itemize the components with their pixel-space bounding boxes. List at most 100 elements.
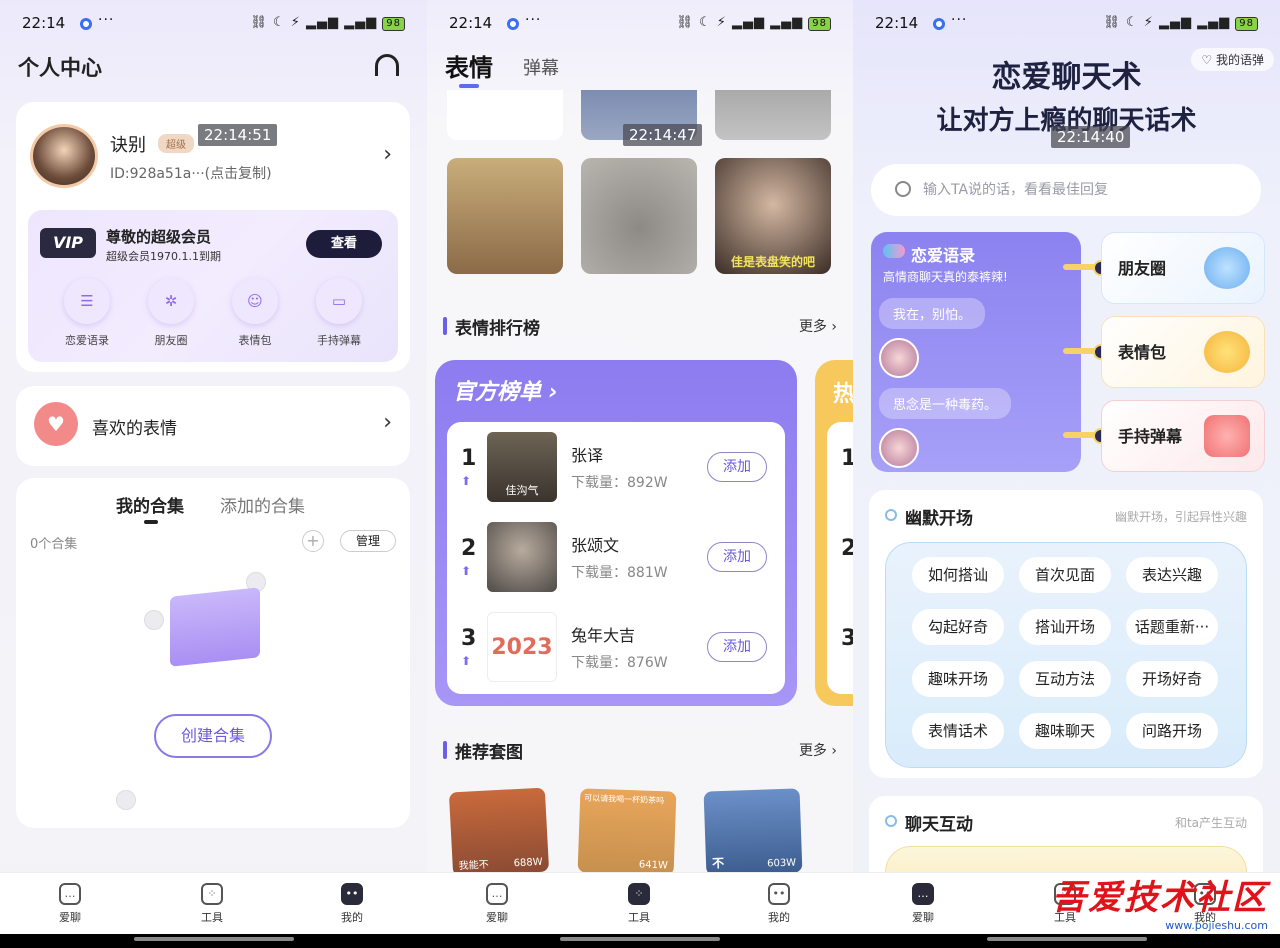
official-board-title[interactable]: 官方榜单 › [453, 374, 558, 406]
feature-stickers[interactable]: 表情包 [1101, 316, 1265, 388]
nav-chat[interactable]: … 爱聊 [893, 883, 953, 925]
vip-view-button[interactable]: 查看 [306, 230, 382, 258]
sticker-thumb[interactable] [715, 90, 831, 140]
topic-pill[interactable]: 开场好奇 [1126, 661, 1218, 697]
topic-pill[interactable]: 话题重新··· [1126, 609, 1218, 645]
heart-icon: ♥ [34, 402, 78, 446]
feature-love-quotes[interactable]: ☰ 恋爱语录 [52, 278, 122, 348]
nav-mine[interactable]: •• 我的 [749, 883, 809, 925]
topic-pill[interactable]: 互动方法 [1019, 661, 1111, 697]
ranking-name: 张颂文 [571, 536, 620, 555]
search-input[interactable]: 输入TA说的话，看看最佳回复 [871, 164, 1261, 216]
nav-tools[interactable]: ⁘ 工具 [182, 883, 242, 925]
sticker-thumb[interactable] [581, 158, 697, 274]
bottom-nav: … 爱聊 ⁘ 工具 •• 我的 [0, 872, 427, 934]
ranking-item[interactable]: 2 ⬆ 张颂文 下载量：881W 添加 [447, 512, 785, 602]
sticker-set[interactable]: 可以请我喝一杯奶茶吗 641W [577, 788, 677, 876]
love-quotes-title: 恋爱语录 [911, 246, 976, 265]
feature-moments[interactable]: 朋友圈 [1101, 232, 1265, 304]
rank-number: 2 [461, 536, 477, 561]
user-id[interactable]: ID:928a51a···(点击复制) [110, 163, 272, 183]
love-quotes-sub: 高情商聊天真的泰裤辣! [883, 270, 1008, 284]
chat-bubble-icon [883, 244, 905, 258]
notes-icon: ☰ [64, 278, 110, 324]
humor-opening-card: 幽默开场 幽默开场，引起异性兴趣 如何搭讪 首次见面 表达兴趣 勾起好奇 搭讪开… [869, 490, 1263, 778]
section-subtitle: 和ta产生互动 [1174, 816, 1247, 830]
bottom-nav: … 爱聊 ⁘ 工具 •• 我的 [427, 872, 853, 934]
nav-chat[interactable]: … 爱聊 [40, 883, 100, 925]
add-icon[interactable]: + [302, 530, 324, 552]
add-button[interactable]: 添加 [707, 632, 767, 662]
topic-pill[interactable]: 趣味开场 [912, 661, 1004, 697]
headset-icon[interactable] [375, 54, 399, 76]
ranking-item[interactable]: 3 ⬆ 2023 兔年大吉 下载量：876W 添加 [447, 602, 785, 692]
status-bar: 22:14 ··· ⛓ ☾ ⚡ ▂▄▆ ▂▄▆ 98 [875, 12, 1258, 36]
love-quotes-card[interactable]: 恋爱语录 高情商聊天真的泰裤辣! 我在，别怕。 思念是一种毒药。 [871, 232, 1081, 472]
feature-stickers[interactable]: ☺ 表情包 [220, 278, 290, 348]
topic-pill[interactable]: 搭讪开场 [1019, 609, 1111, 645]
hot-ranking-card[interactable]: 热 1 2 3 [815, 360, 853, 706]
ranking-item[interactable]: 1 ⬆ 佳沟气 张译 下载量：892W 添加 [447, 422, 785, 512]
status-time: 22:14 [22, 14, 66, 32]
tab-added-collections[interactable]: 添加的合集 [220, 492, 305, 517]
add-button[interactable]: 添加 [707, 452, 767, 482]
decor-bubble [116, 790, 136, 810]
rank-number: 1 [461, 446, 477, 471]
up-arrow-icon: ⬆ [461, 654, 472, 668]
topic-pill[interactable]: 表达兴趣 [1126, 557, 1218, 593]
chevron-right-icon[interactable]: › [383, 142, 392, 167]
topic-pill[interactable]: 表情话术 [912, 713, 1004, 749]
favorite-label: 喜欢的表情 [92, 419, 177, 439]
aperture-icon: ✲ [148, 278, 194, 324]
up-arrow-icon: ⬆ [461, 474, 472, 488]
sticker-set[interactable]: 我能不 688W [448, 787, 550, 877]
add-button[interactable]: 添加 [707, 542, 767, 572]
section-title-ranking: 表情排行榜 [443, 314, 540, 339]
create-collection-button[interactable]: 创建合集 [154, 714, 272, 758]
more-dots-icon: ··· [98, 12, 115, 28]
top-tabs: 表情 弹幕 [445, 48, 559, 88]
sticker-thumb[interactable]: 佳是表盘笑的吧 [715, 158, 831, 274]
official-ranking-card: 官方榜单 › 1 ⬆ 佳沟气 张译 下载量：892W 添加 2 ⬆ 张颂文 下载… [435, 360, 797, 706]
nav-chat[interactable]: … 爱聊 [467, 883, 527, 925]
more-link[interactable]: 更多 › [799, 316, 837, 336]
app-indicator-icon [933, 18, 945, 30]
nav-mine[interactable]: •• 我的 [322, 883, 382, 925]
sticker-thumb[interactable] [447, 90, 563, 140]
timestamp-overlay: 22:14:40 [1051, 126, 1131, 148]
chat-tips-screen: 22:14 ··· ⛓ ☾ ⚡ ▂▄▆ ▂▄▆ 98 ♡ 我的语弹 恋爱聊天术 … [853, 0, 1280, 948]
tab-stickers[interactable]: 表情 [445, 54, 493, 82]
search-icon [895, 181, 911, 197]
manage-button[interactable]: 管理 [340, 530, 396, 552]
feature-danmaku[interactable]: 手持弹幕 [1101, 400, 1265, 472]
tab-my-collections[interactable]: 我的合集 [116, 492, 184, 517]
ranking-name: 兔年大吉 [571, 626, 636, 645]
more-link[interactable]: 更多 › [799, 740, 837, 760]
topic-pill[interactable]: 问路开场 [1126, 713, 1218, 749]
vip-card[interactable]: VIP 尊敬的超级会员 超级会员1970.1.1到期 查看 ☰ 恋爱语录 ✲ 朋友圈… [28, 210, 398, 362]
ranking-thumb [487, 522, 557, 592]
sticker-set[interactable]: 不 603W [703, 788, 803, 876]
topic-pill[interactable]: 首次见面 [1019, 557, 1111, 593]
topic-pill[interactable]: 勾起好奇 [912, 609, 1004, 645]
vip-badge: 超级 [158, 134, 194, 153]
app-indicator-icon [507, 18, 519, 30]
status-icons: ⛓ ☾ ⚡ ▂▄▆ ▂▄▆ 98 [1103, 15, 1258, 31]
topic-pill[interactable]: 趣味聊天 [1019, 713, 1111, 749]
favorite-stickers-row[interactable]: ♥ 喜欢的表情 › [16, 386, 410, 466]
feature-moments[interactable]: ✲ 朋友圈 [136, 278, 206, 348]
sticker-thumb[interactable] [447, 158, 563, 274]
collection-count: 0个合集 [30, 537, 78, 552]
nav-tools[interactable]: ⁘ 工具 [609, 883, 669, 925]
topic-pill[interactable]: 如何搭讪 [912, 557, 1004, 593]
tab-indicator [144, 520, 158, 524]
ranking-list: 1 ⬆ 佳沟气 张译 下载量：892W 添加 2 ⬆ 张颂文 下载量：881W … [447, 422, 785, 694]
tab-danmaku[interactable]: 弹幕 [523, 54, 559, 80]
avatar[interactable] [30, 124, 98, 188]
vip-logo: VIP [40, 228, 96, 258]
vip-expiry: 超级会员1970.1.1到期 [106, 250, 221, 263]
smile-icon: ☺ [232, 278, 278, 324]
app-indicator-icon [80, 18, 92, 30]
feature-danmaku[interactable]: ▭ 手持弹幕 [304, 278, 374, 348]
section-title: 聊天互动 [885, 810, 973, 835]
